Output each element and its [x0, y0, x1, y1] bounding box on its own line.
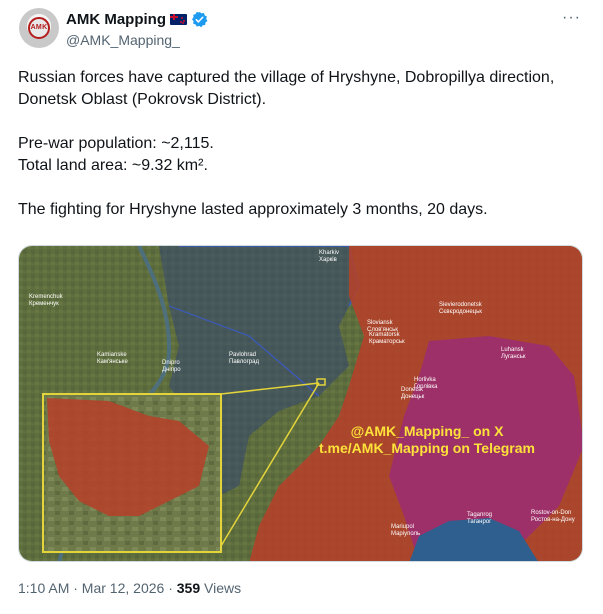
map-label-taganrog: Taganrog Таганрог [467, 512, 492, 525]
map-watermark-line1: @AMK_Mapping_ on X [351, 423, 505, 439]
map-label-kharkiv: Kharkiv Харків [319, 250, 339, 263]
tweet-timestamp[interactable]: 1:10 AM · Mar 12, 2026 · [18, 580, 177, 596]
map-label-pavlohrad: Pavlohrad Павлоград [229, 352, 259, 365]
author-handle[interactable]: @AMK_Mapping_ [66, 32, 180, 48]
verified-badge-icon [191, 11, 208, 28]
author-name-row: AMK Mapping [66, 11, 208, 28]
map-label-kamianske: Kamianske Кам'янське [97, 352, 128, 365]
more-options-button[interactable]: ··· [562, 9, 581, 27]
views-count[interactable]: 359 [177, 580, 200, 596]
map-label-horlivka: Horlivka Горлівка [414, 377, 438, 390]
tweet-text: Russian forces have captured the village… [18, 69, 555, 218]
map-label-luhansk: Luhansk Луганськ [501, 347, 526, 360]
map-label-rostov: Rostov-on-Don Ростов-на-Дону [531, 510, 575, 523]
map-label-dnipro: Dnipro Дніпро [162, 360, 181, 373]
map-label-sievierodonetsk: Sievierodonetsk Сєвєродонецьк [439, 302, 483, 315]
map-label-kramatorsk: Kramatorsk Краматорськ [369, 332, 405, 345]
new-zealand-flag-icon [169, 14, 187, 25]
tweet-meta: 1:10 AM · Mar 12, 2026 · 359 Views [18, 580, 241, 596]
map-watermark-line2: t.me/AMK_Mapping on Telegram [319, 440, 535, 456]
map-label-kremenchuk: Kremenchuk Кременчук [29, 294, 64, 307]
author-display-name[interactable]: AMK Mapping [66, 11, 166, 28]
views-label: Views [200, 580, 242, 596]
avatar-text: AMK [30, 24, 48, 31]
avatar[interactable]: AMK [19, 8, 59, 48]
map-image: Kamianske Кам'янське Dnipro Дніпро Pavlohr… [19, 246, 582, 561]
tweet-media-map[interactable]: Kamianske Кам'янське Dnipro Дніпро Pavlohr… [18, 245, 583, 562]
